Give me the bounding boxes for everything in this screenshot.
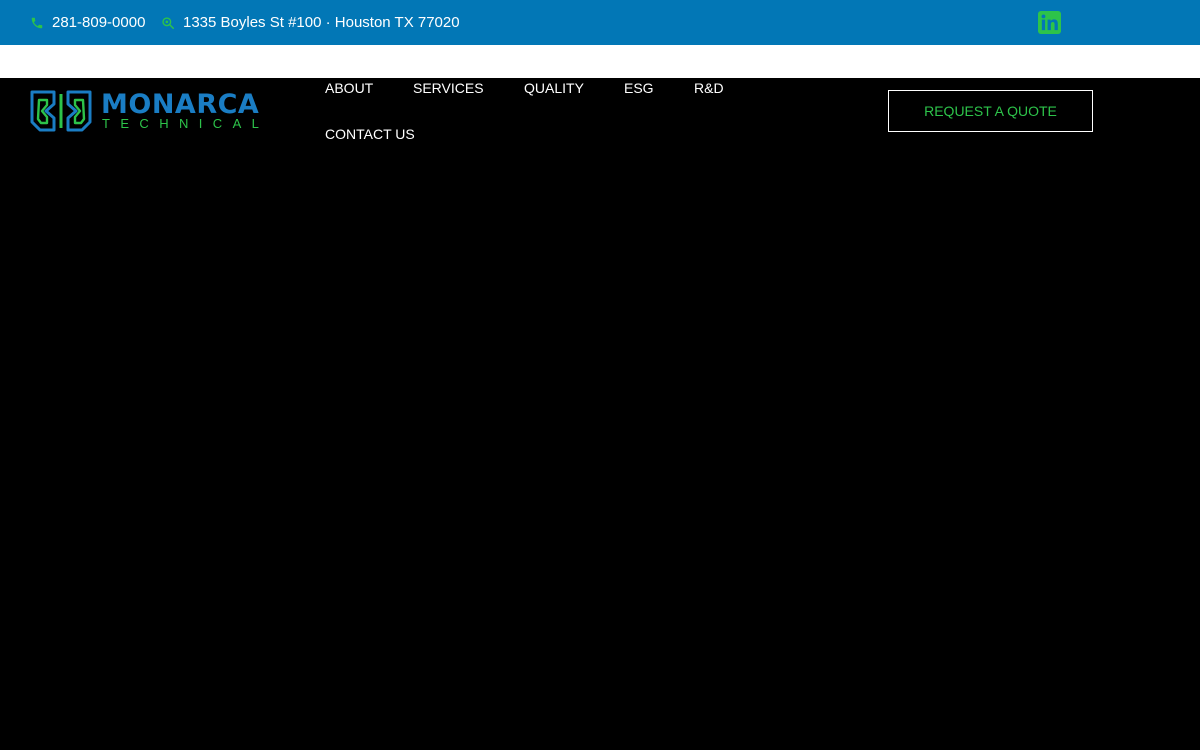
hero-section (0, 158, 1200, 750)
nav-esg[interactable]: ESG (624, 78, 654, 98)
butterfly-logo-icon (30, 90, 92, 132)
phone-number: 281-809-0000 (52, 14, 146, 31)
address-link[interactable]: 1335 Boyles St #100 · Houston TX 77020 (161, 0, 460, 45)
linkedin-icon[interactable] (1038, 11, 1061, 34)
phone-link[interactable]: 281-809-0000 (30, 0, 145, 45)
nav-rnd[interactable]: R&D (694, 78, 724, 98)
address-text: 1335 Boyles St #100 · Houston TX 77020 (183, 14, 460, 31)
phone-icon (30, 16, 44, 30)
site-logo[interactable]: MONARCA TECHNICAL (30, 88, 259, 134)
nav-contact-us[interactable]: CONTACT US (325, 124, 415, 144)
request-quote-button[interactable]: REQUEST A QUOTE (888, 90, 1093, 132)
nav-about[interactable]: ABOUT (325, 78, 373, 98)
logo-tagline: TECHNICAL (102, 116, 270, 131)
top-contact-bar: 281-809-0000 1335 Boyles St #100 · Houst… (0, 0, 1200, 45)
nav-services[interactable]: SERVICES (413, 78, 484, 98)
header-white-strip (0, 45, 1200, 78)
location-icon (161, 16, 175, 30)
nav-quality[interactable]: QUALITY (524, 78, 584, 98)
